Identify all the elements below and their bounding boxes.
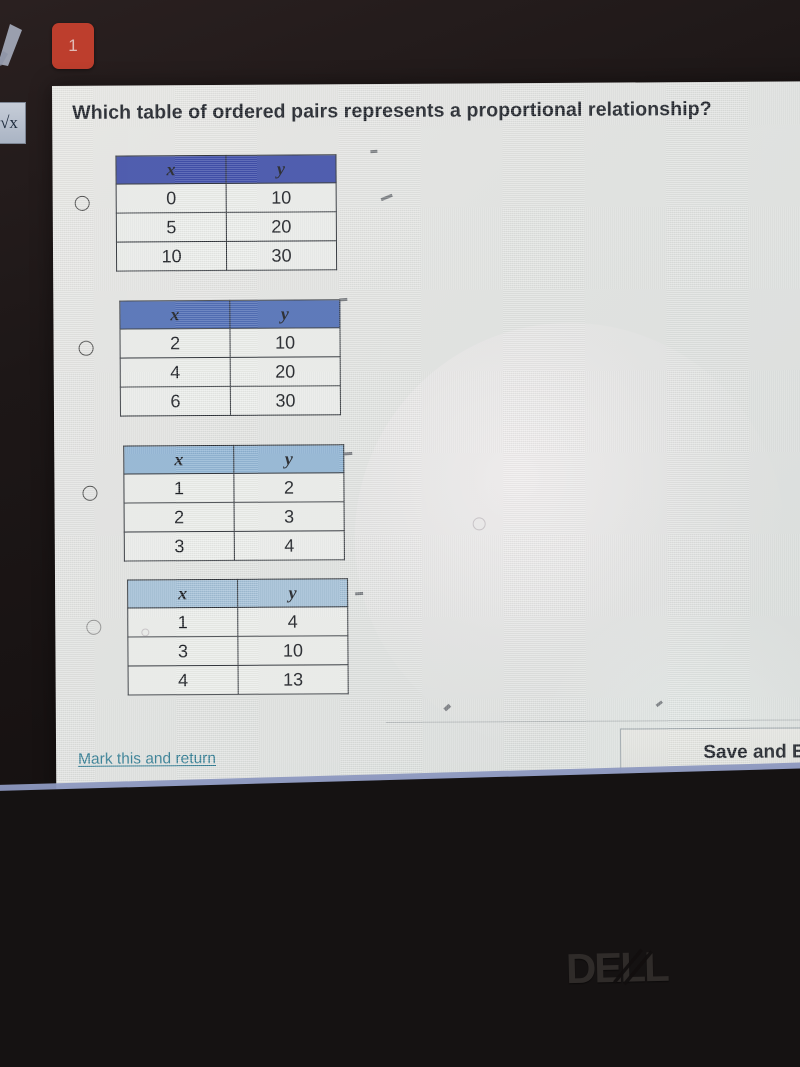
table-row: 5 20 [116,211,337,243]
table-row: 4 20 [120,356,341,388]
screen-speck [655,700,663,708]
table-row: 2 3 [124,501,345,533]
ordered-pairs-table-d: x y 1 4 3 10 4 13 [127,578,349,696]
screen-ring-artifact [472,517,486,531]
notification-badge[interactable]: 1 [52,23,94,69]
screen-speck [339,297,348,302]
table-row: 2 10 [119,327,341,359]
table-row: 1 4 [127,606,348,638]
ordered-pairs-table-a: x y 0 10 5 20 10 30 [115,154,338,272]
cell-y: 2 [233,472,345,503]
dell-logo: DELL [565,943,668,993]
screen-glare-left [353,321,787,755]
cell-x: 6 [120,386,231,417]
cell-x: 10 [116,241,227,272]
cell-y: 30 [230,385,341,416]
table-row: 3 10 [127,635,349,667]
cell-y: 30 [226,240,337,271]
column-header-x: x [115,155,227,185]
screen-speck [355,591,364,596]
column-header-y: y [233,444,344,474]
table-header-row: x y [119,299,340,330]
pencil-icon[interactable] [0,18,28,66]
table-header-row: x y [115,154,337,185]
table-row: 3 4 [124,530,345,562]
cell-y: 13 [238,664,349,695]
cell-y: 3 [234,501,345,532]
cell-y: 10 [226,182,337,213]
radio-button-c[interactable] [82,485,98,501]
screen-speck [380,193,393,202]
square-root-calculator-icon[interactable]: √x [0,102,26,144]
sqrt-glyph: √x [0,113,18,132]
radio-button-b[interactable] [78,340,94,356]
radio-button-d[interactable] [86,619,102,635]
table-row: 10 30 [116,240,337,272]
cell-y: 20 [226,211,337,242]
column-header-x: x [127,579,238,609]
dell-logo-text: DELL [565,942,669,993]
cell-x: 3 [127,636,239,667]
cell-y: 20 [230,356,341,387]
radio-button-a[interactable] [74,195,90,211]
screen-speck [344,451,353,456]
cell-x: 4 [120,357,231,388]
column-header-y: y [229,299,340,329]
table-row: 0 10 [116,182,337,214]
mark-this-and-return-link[interactable]: Mark this and return [78,750,216,769]
quiz-content-panel: Which table of ordered pairs represents … [52,81,800,792]
answer-option-c[interactable]: x y 1 2 2 3 3 4 [82,444,345,562]
cell-x: 4 [128,665,239,696]
cell-y: 4 [237,606,348,637]
cell-x: 3 [124,531,235,562]
cell-y: 4 [234,530,345,561]
cell-x: 1 [123,473,235,504]
column-header-y: y [225,154,337,184]
answer-option-b[interactable]: x y 2 10 4 20 6 30 [78,299,342,417]
column-header-x: x [119,300,230,330]
table-header-row: x y [123,444,344,475]
table-row: 6 30 [120,385,341,417]
ordered-pairs-table-c: x y 1 2 2 3 3 4 [123,444,345,562]
laptop-bezel [0,766,800,1067]
answer-options-list: x y 0 10 5 20 10 30 x y 2 10 4 20 6 30 x… [52,151,800,696]
laptop-screen-photo: √x 1 Which table of ordered pairs repres… [0,0,800,1067]
table-header-row: x y [127,578,348,609]
ordered-pairs-table-b: x y 2 10 4 20 6 30 [119,299,342,417]
save-and-exit-label: Save and Exit [703,741,800,764]
question-title: Which table of ordered pairs represents … [72,97,712,124]
cell-x: 5 [116,212,227,243]
answer-option-d[interactable]: x y 1 4 3 10 4 13 [86,578,349,696]
screen-speck [443,703,452,712]
table-row: 4 13 [128,664,349,696]
cell-y: 10 [229,327,341,358]
cell-x: 0 [116,183,227,214]
column-header-y: y [237,578,348,608]
cell-x: 2 [124,502,235,533]
table-row: 1 2 [123,472,345,504]
cell-x: 1 [127,607,238,638]
cell-x: 2 [119,328,231,359]
badge-count: 1 [68,36,78,55]
cell-y: 10 [237,635,349,666]
screen-speck [370,149,378,154]
column-header-x: x [123,445,234,475]
answer-option-a[interactable]: x y 0 10 5 20 10 30 [74,154,338,272]
footer-divider [385,719,800,723]
